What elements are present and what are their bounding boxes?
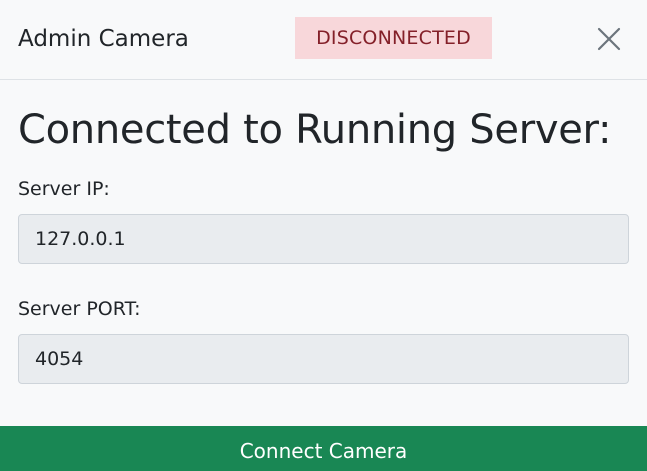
connect-camera-button[interactable]: Connect Camera — [0, 426, 647, 471]
server-port-label: Server PORT: — [18, 298, 141, 320]
modal-title: Admin Camera — [18, 26, 189, 52]
close-icon — [597, 27, 621, 51]
server-ip-label: Server IP: — [18, 178, 110, 200]
server-ip-field[interactable] — [18, 214, 629, 264]
status-badge: DISCONNECTED — [295, 17, 492, 59]
server-port-field[interactable] — [18, 334, 629, 384]
admin-camera-modal: Admin Camera DISCONNECTED Connected to R… — [0, 0, 647, 471]
modal-header: Admin Camera DISCONNECTED — [0, 0, 647, 80]
close-button[interactable] — [590, 22, 626, 58]
server-heading: Connected to Running Server: — [18, 107, 612, 153]
